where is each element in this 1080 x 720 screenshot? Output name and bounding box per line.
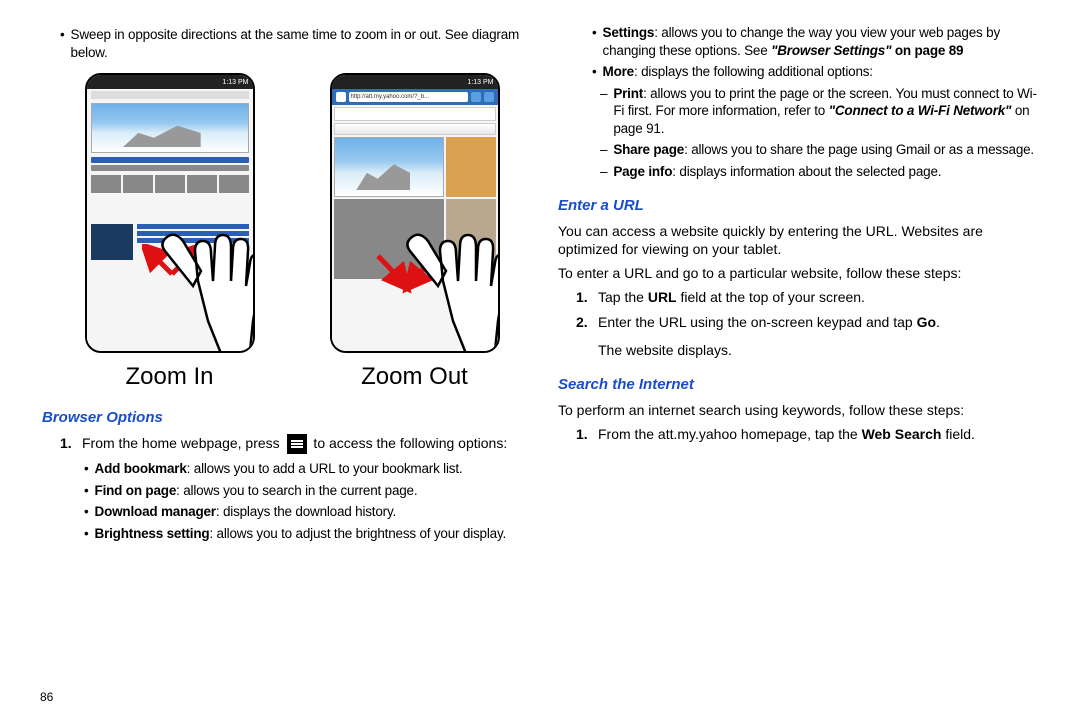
option-settings: • Settings: allows you to change the way…: [592, 24, 1038, 59]
phone-statusbar: 1:13 PM: [87, 75, 253, 89]
pinch-arrows-icon: [372, 250, 442, 309]
left-column: • Sweep in opposite directions at the sa…: [30, 20, 540, 700]
phone-statusbar: 1:13 PM: [332, 75, 498, 89]
right-column: • Settings: allows you to change the way…: [540, 20, 1050, 700]
zoom-in-diagram: 1:13 PM: [85, 73, 255, 392]
phone-mockup-zoom-in: 1:13 PM: [85, 73, 255, 353]
spread-arrows-icon: [142, 244, 202, 298]
option-find-on-page: • Find on page: allows you to search in …: [84, 482, 522, 500]
intro-text: Sweep in opposite directions at the same…: [71, 26, 522, 61]
intro-bullet: • Sweep in opposite directions at the sa…: [60, 26, 522, 61]
option-download-manager: • Download manager: displays the downloa…: [84, 503, 522, 521]
phone-urlbar: http://att.my.yahoo.com/?_b...: [332, 89, 498, 105]
news-image: [91, 103, 249, 153]
enter-url-steps-intro: To enter a URL and go to a particular we…: [558, 264, 1038, 282]
page-number: 86: [40, 690, 53, 706]
zoom-out-label: Zoom Out: [361, 361, 468, 392]
search-step-1: 1. From the att.my.yahoo homepage, tap t…: [576, 425, 1038, 443]
zoom-diagrams: 1:13 PM: [62, 73, 522, 392]
sub-option-page-info: – Page info: displays information about …: [600, 163, 1038, 181]
option-brightness: • Brightness setting: allows you to adju…: [84, 525, 522, 543]
option-more: • More: displays the following additiona…: [592, 63, 1038, 81]
url-step-1: 1. Tap the URL field at the top of your …: [576, 288, 1038, 306]
enter-url-intro: You can access a website quickly by ente…: [558, 222, 1038, 258]
news-image: [334, 137, 444, 197]
zoom-out-diagram: 1:13 PM http://att.my.yahoo.com/?_b...: [330, 73, 500, 392]
heading-browser-options: Browser Options: [42, 408, 522, 428]
sub-option-share-page: – Share page: allows you to share the pa…: [600, 141, 1038, 159]
heading-search-internet: Search the Internet: [558, 375, 1038, 395]
phone-mockup-zoom-out: 1:13 PM http://att.my.yahoo.com/?_b...: [330, 73, 500, 353]
sub-option-print: – Print: allows you to print the page or…: [600, 85, 1038, 138]
browser-options-step-1: 1. From the home webpage, press to acces…: [60, 434, 522, 454]
zoom-in-label: Zoom In: [125, 361, 213, 392]
menu-icon: [287, 434, 307, 454]
url-step-2: 2. Enter the URL using the on-screen key…: [576, 313, 1038, 359]
option-add-bookmark: • Add bookmark: allows you to add a URL …: [84, 460, 522, 478]
heading-enter-url: Enter a URL: [558, 196, 1038, 216]
search-intro: To perform an internet search using keyw…: [558, 401, 1038, 419]
